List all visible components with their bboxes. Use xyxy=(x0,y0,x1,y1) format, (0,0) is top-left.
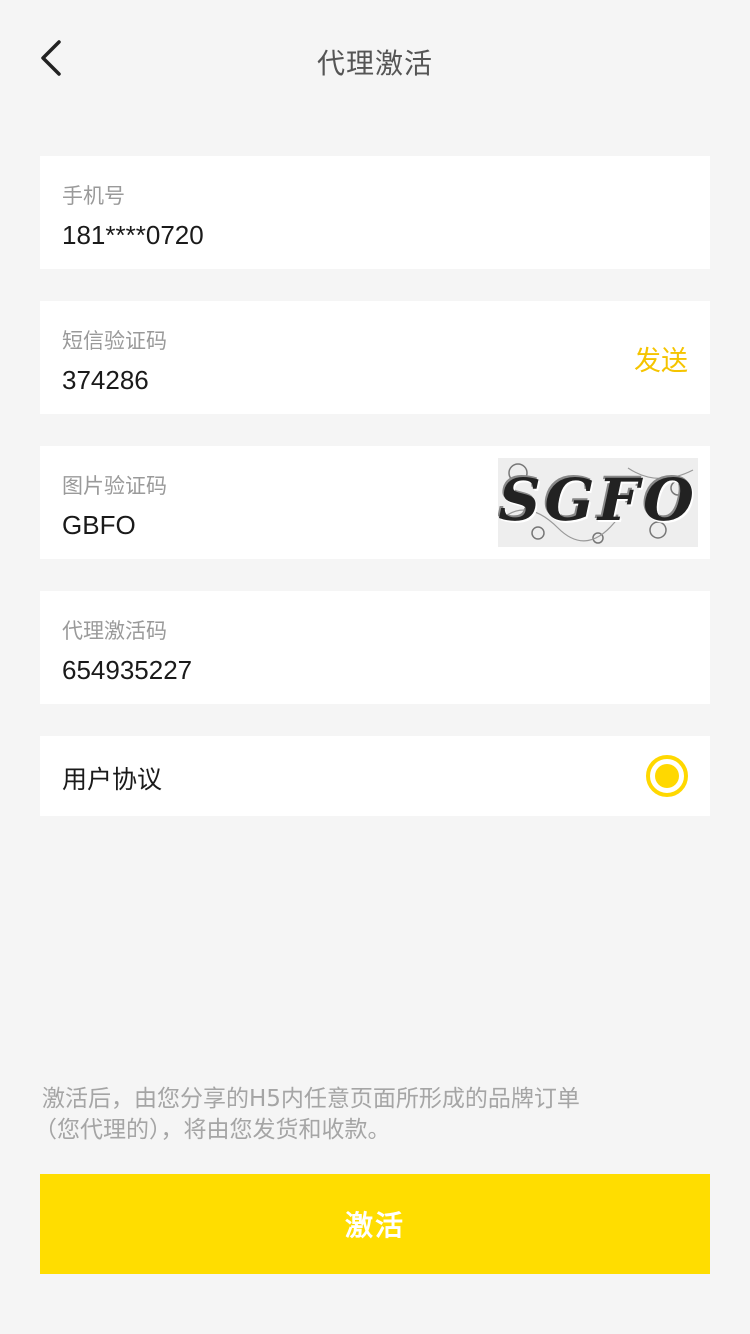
notice-line-1: 激活后，由您分享的H5内任意页面所形成的品牌订单 xyxy=(42,1086,580,1112)
sms-code-field-card: 短信验证码 发送 xyxy=(40,301,710,414)
activation-code-field-card: 代理激活码 xyxy=(40,591,710,704)
captcha-label: 图片验证码 xyxy=(62,474,167,498)
agreement-radio[interactable] xyxy=(646,755,688,797)
send-sms-button[interactable]: 发送 xyxy=(634,339,688,378)
agent-activation-page: 代理激活 手机号 短信验证码 发送 图片验证码 SGFO 代理激 xyxy=(0,0,750,1334)
user-agreement-row[interactable]: 用户协议 xyxy=(40,736,710,816)
activate-button[interactable]: 激活 xyxy=(40,1174,710,1274)
phone-input[interactable] xyxy=(62,218,462,252)
activation-code-label: 代理激活码 xyxy=(62,619,167,643)
activation-notice: 激活后，由您分享的H5内任意页面所形成的品牌订单 （您代理的），将由您发货和收款… xyxy=(34,1084,642,1146)
captcha-text: SGFO xyxy=(498,466,698,534)
phone-label: 手机号 xyxy=(62,184,125,208)
captcha-input[interactable] xyxy=(62,508,442,542)
captcha-image[interactable]: SGFO xyxy=(498,458,698,547)
activation-code-input[interactable] xyxy=(62,653,462,687)
page-title: 代理激活 xyxy=(316,47,433,80)
header: 代理激活 xyxy=(0,0,750,120)
notice-line-2: （您代理的），将由您发货和收款。 xyxy=(34,1117,391,1143)
sms-code-label: 短信验证码 xyxy=(62,329,167,353)
captcha-field-card: 图片验证码 SGFO xyxy=(40,446,710,559)
user-agreement-label[interactable]: 用户协议 xyxy=(62,760,162,796)
phone-field-card: 手机号 xyxy=(40,156,710,269)
radio-checked-dot xyxy=(655,764,679,788)
sms-code-input[interactable] xyxy=(62,363,462,397)
